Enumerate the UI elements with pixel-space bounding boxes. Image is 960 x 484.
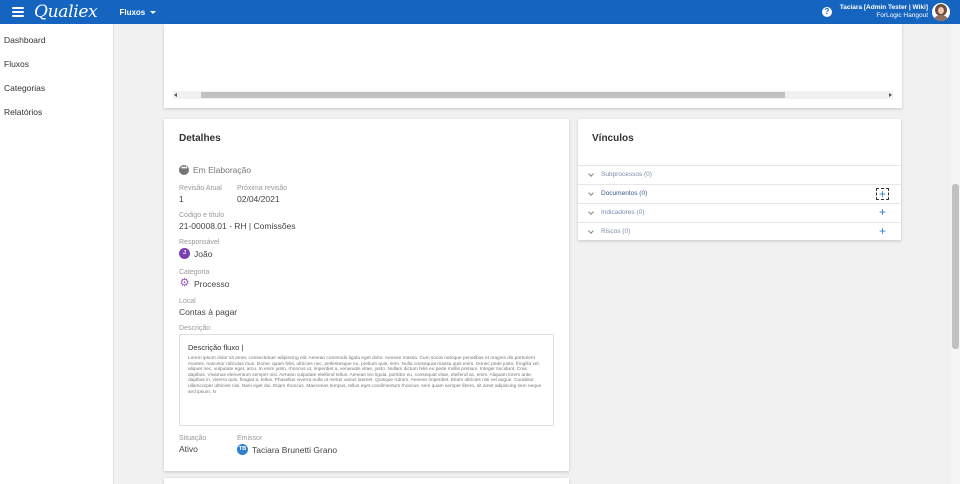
issuer-avatar: TB (237, 444, 248, 455)
sidebar: Dashboard Fluxos Categorias Relatórios (0, 24, 114, 484)
category-value: Processo (194, 278, 230, 289)
links-card: Vínculos Subprocessos (0) Documentos (0)… (578, 119, 901, 240)
next-revision-label: Próxima revisão (237, 185, 288, 192)
place-value: Contas à pagar (179, 307, 238, 317)
user-name: Taciara [Admin Tester | Wiki] (839, 4, 928, 11)
user-avatar[interactable] (932, 3, 950, 21)
responsible-chip: J João (179, 248, 212, 259)
link-label: Indicadores (0) (601, 209, 645, 216)
user-org: ForLogic Hangout (876, 12, 928, 19)
responsible-avatar: J (179, 248, 190, 259)
help-icon[interactable]: ? (822, 7, 832, 17)
link-row-documentos[interactable]: Documentos (0) + (578, 184, 901, 203)
next-revision-value: 02/04/2021 (237, 194, 280, 204)
user-info[interactable]: Taciara [Admin Tester | Wiki] ForLogic H… (840, 4, 928, 20)
scrollbar-thumb[interactable] (201, 92, 785, 98)
responsible-value: João (194, 248, 213, 259)
code-value: 21-00008.01 - RH | Comissões (179, 221, 296, 231)
details-title: Detalhes (179, 133, 221, 144)
chevron-down-icon (150, 10, 157, 14)
chevron-down-icon (588, 171, 594, 177)
link-row-riscos[interactable]: Riscos (0) + (578, 222, 901, 241)
add-risco-button[interactable]: + (876, 225, 889, 238)
issuer-chip: TB Taciara Brunetti Grano (237, 444, 337, 455)
code-label: Código e título (179, 212, 225, 219)
link-label: Documentos (0) (601, 190, 648, 197)
horizontal-scrollbar[interactable] (173, 91, 893, 99)
gear-icon: ⚙ (179, 277, 190, 289)
status-badge: ••• Em Elaboração (179, 165, 251, 175)
description-title: Descrição fluxo | (188, 343, 244, 352)
revision-value: 1 (179, 194, 184, 204)
module-selector[interactable]: Fluxos (119, 7, 157, 17)
chevron-down-icon (588, 190, 594, 196)
add-indicador-button[interactable]: + (876, 206, 889, 219)
add-documento-button[interactable]: + (876, 188, 889, 200)
responsible-label: Responsável (179, 239, 220, 246)
links-title: Vínculos (592, 133, 634, 144)
sidebar-item-relatorios[interactable]: Relatórios (4, 107, 42, 117)
category-chip: ⚙ Processo (179, 277, 230, 289)
scroll-right-icon[interactable] (889, 93, 892, 97)
link-label: Subprocessos (0) (601, 171, 652, 178)
module-selector-label: Fluxos (119, 7, 146, 17)
description-label: Descrição (179, 325, 211, 332)
scrollbar-thumb[interactable] (952, 184, 959, 349)
place-label: Local (179, 298, 196, 305)
chevron-down-icon (588, 209, 594, 215)
issuer-value: Taciara Brunetti Grano (252, 444, 338, 455)
chevron-down-icon (588, 228, 594, 234)
link-row-subprocessos[interactable]: Subprocessos (0) (578, 165, 901, 184)
sidebar-item-dashboard[interactable]: Dashboard (4, 35, 46, 45)
flow-diagram-card (164, 24, 902, 108)
issuer-label: Emissor (237, 435, 263, 442)
category-label: Categoria (179, 269, 210, 276)
app-logo[interactable]: Qualiex (34, 2, 98, 22)
vertical-scrollbar[interactable] (951, 24, 960, 484)
sidebar-item-fluxos[interactable]: Fluxos (4, 59, 29, 69)
situation-value: Ativo (179, 444, 198, 454)
description-editor[interactable]: Descrição fluxo | Lorem ipsum dolor sit … (179, 334, 554, 426)
details-card: Detalhes ••• Em Elaboração Revisão Atual… (164, 119, 569, 471)
more-dots-icon: ••• (179, 165, 189, 175)
scroll-left-icon[interactable] (174, 93, 177, 97)
hamburger-menu-icon[interactable] (12, 7, 24, 17)
link-label: Riscos (0) (601, 228, 631, 235)
top-bar: Qualiex Fluxos ? Taciara [Admin Tester |… (0, 0, 960, 24)
link-row-indicadores[interactable]: Indicadores (0) + (578, 203, 901, 222)
status-text: Em Elaboração (193, 165, 252, 175)
sidebar-item-categorias[interactable]: Categorias (4, 83, 45, 93)
description-text: Lorem ipsum dolor sit amet, consectetuer… (188, 356, 542, 395)
next-card (164, 478, 569, 484)
revision-label: Revisão Atual (179, 185, 222, 192)
situation-label: Situação (179, 435, 207, 442)
